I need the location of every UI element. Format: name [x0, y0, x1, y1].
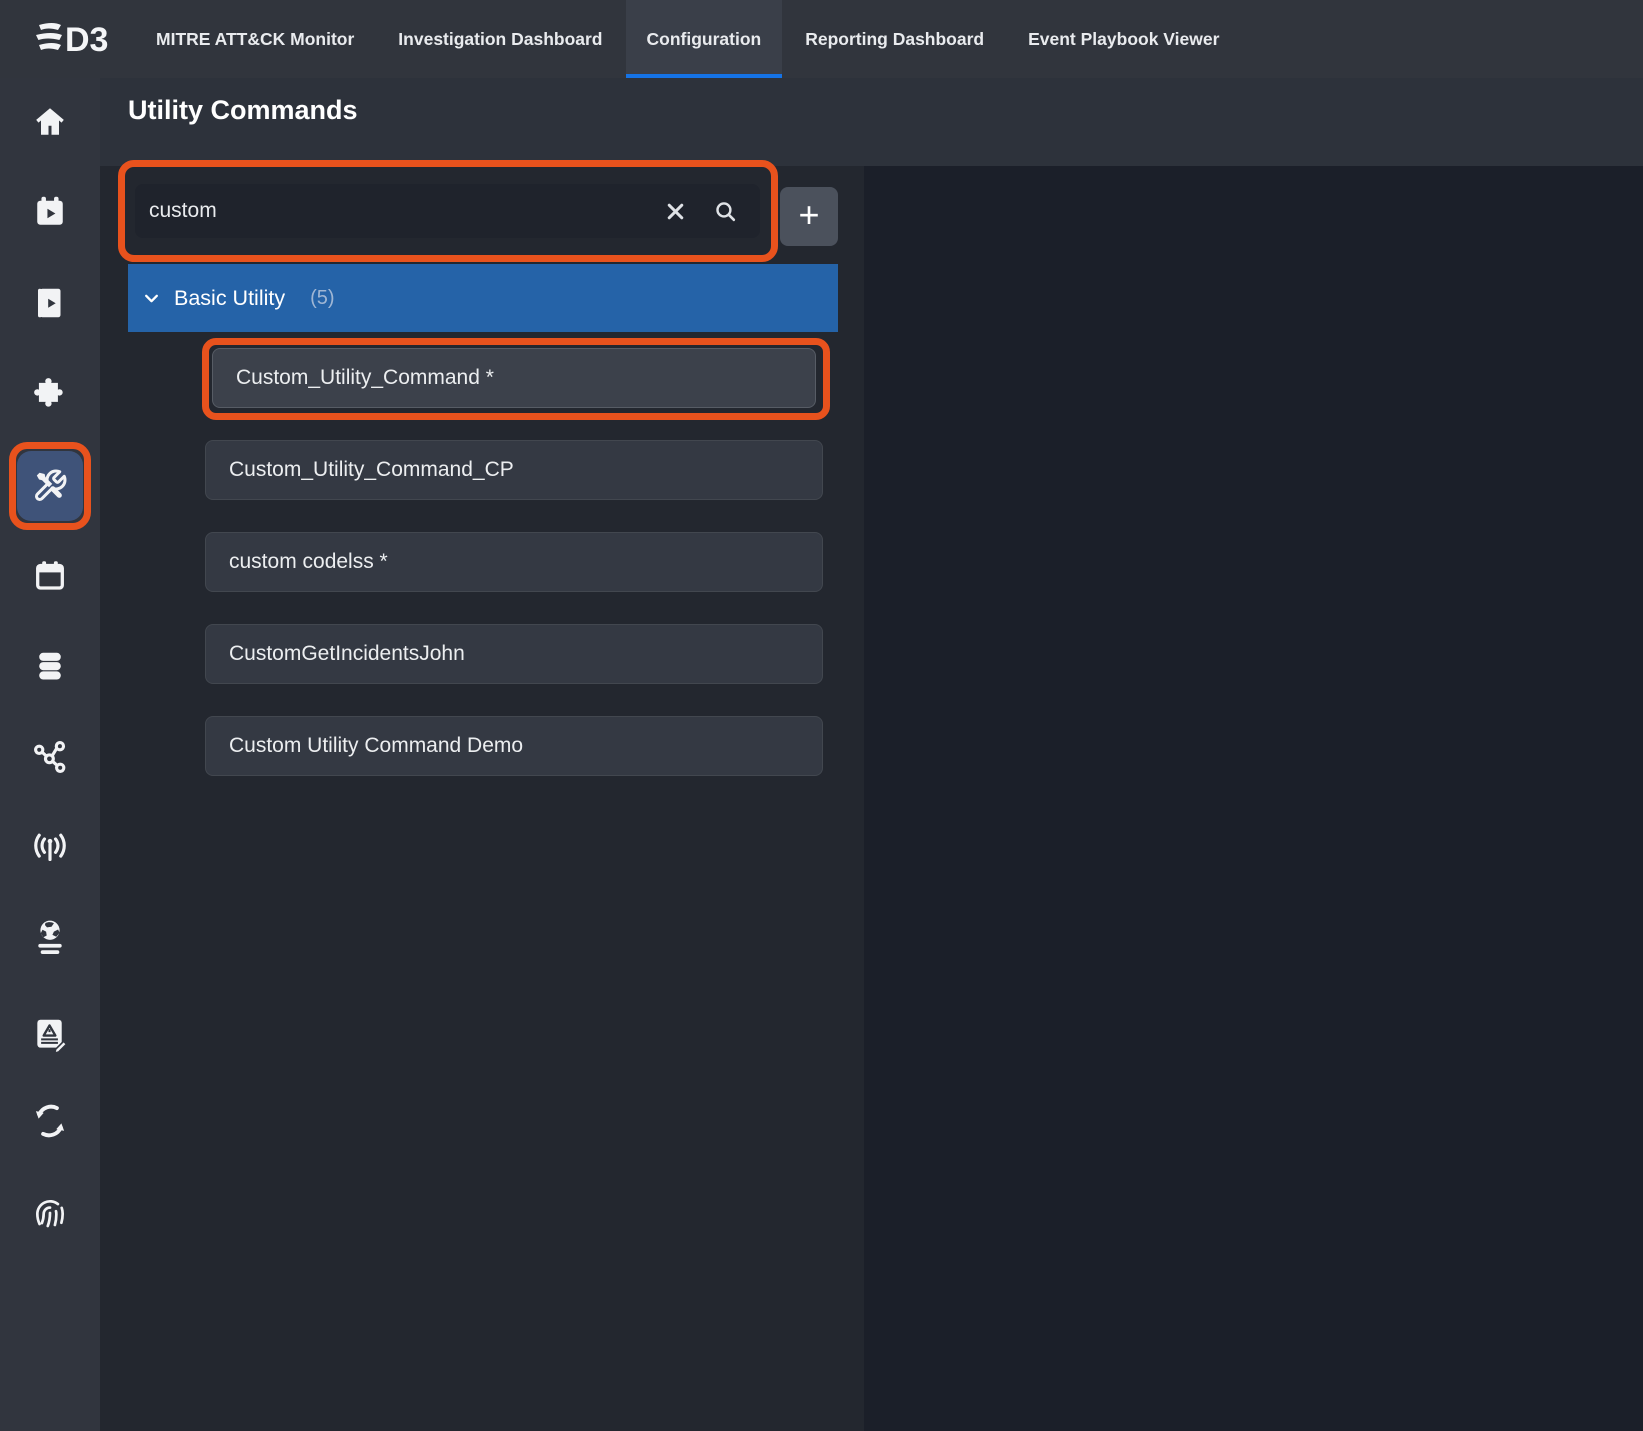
nav-tab-label: MITRE ATT&CK Monitor	[156, 29, 354, 50]
top-navbar: D3 MITRE ATT&CK Monitor Investigation Da…	[0, 0, 1643, 78]
home-icon	[32, 104, 68, 140]
group-label: Basic Utility	[174, 286, 285, 311]
utility-command-list: Custom_Utility_Command * Custom_Utility_…	[205, 348, 823, 776]
chevron-down-icon	[143, 290, 160, 307]
sidebar-item-schedule[interactable]	[0, 167, 100, 257]
nav-tab-label: Investigation Dashboard	[398, 29, 602, 50]
sidebar-item-utility-commands[interactable]	[0, 441, 100, 531]
sidebar-item-home[interactable]	[0, 77, 100, 167]
utility-command-label: Custom_Utility_Command *	[236, 366, 494, 390]
sidebar-item-identity[interactable]	[0, 1167, 100, 1257]
playbook-icon	[32, 285, 68, 321]
sidebar-item-calendar[interactable]	[0, 531, 100, 621]
puzzle-icon	[31, 375, 69, 413]
group-header-basic-utility[interactable]: Basic Utility (5)	[128, 264, 838, 332]
sidebar-item-playbooks[interactable]	[0, 258, 100, 348]
sidebar-item-sync[interactable]	[0, 1076, 100, 1166]
database-icon	[32, 648, 68, 684]
svg-text:D3: D3	[65, 21, 108, 59]
sidebar-item-incident-reports[interactable]	[0, 989, 100, 1079]
nav-tab-label: Configuration	[647, 29, 762, 50]
app-window: D3 MITRE ATT&CK Monitor Investigation Da…	[0, 0, 1643, 1431]
sidebar-item-data[interactable]	[0, 621, 100, 711]
sidebar-item-broadcast[interactable]	[0, 801, 100, 891]
d3-logo[interactable]: D3	[35, 0, 113, 78]
sidebar-item-connections[interactable]	[0, 712, 100, 802]
share-network-icon	[32, 739, 68, 775]
group-count: (5)	[310, 287, 334, 310]
main-content-area	[864, 166, 1643, 1431]
nav-tabs: MITRE ATT&CK Monitor Investigation Dashb…	[135, 0, 1242, 78]
nav-tab-label: Reporting Dashboard	[805, 29, 984, 50]
d3-logo-icon: D3	[35, 17, 113, 61]
calendar-play-icon	[32, 194, 68, 230]
utility-command-item[interactable]: Custom Utility Command Demo	[205, 716, 823, 776]
globe-lines-icon	[32, 917, 68, 957]
utility-command-label: CustomGetIncidentsJohn	[229, 642, 465, 666]
add-command-label: +	[798, 197, 819, 233]
utility-command-item[interactable]: custom codelss *	[205, 532, 823, 592]
nav-tab[interactable]: Event Playbook Viewer	[1007, 0, 1240, 78]
fingerprint-icon	[31, 1193, 69, 1231]
nav-tab[interactable]: Investigation Dashboard	[377, 0, 623, 78]
calendar-icon	[32, 558, 68, 594]
sidebar-item-geolocation[interactable]	[0, 892, 100, 982]
nav-tab[interactable]: Reporting Dashboard	[784, 0, 1005, 78]
utility-command-item[interactable]: Custom_Utility_Command *	[212, 348, 816, 408]
clear-search-icon[interactable]	[665, 201, 686, 222]
utility-command-label: custom codelss *	[229, 550, 388, 574]
utility-tools-icon	[32, 468, 68, 504]
nav-tab[interactable]: Configuration	[626, 0, 783, 78]
utility-command-label: Custom Utility Command Demo	[229, 734, 523, 758]
search-box	[135, 184, 760, 238]
search-icon[interactable]	[713, 199, 738, 224]
search-input[interactable]	[149, 199, 665, 223]
incident-report-icon	[31, 1015, 69, 1053]
sync-arrows-icon	[32, 1103, 68, 1139]
nav-tab[interactable]: MITRE ATT&CK Monitor	[135, 0, 375, 78]
utility-command-item[interactable]: CustomGetIncidentsJohn	[205, 624, 823, 684]
broadcast-antenna-icon	[31, 827, 69, 865]
sidebar-item-integrations[interactable]	[0, 349, 100, 439]
page-title: Utility Commands	[128, 95, 358, 126]
utility-command-item[interactable]: Custom_Utility_Command_CP	[205, 440, 823, 500]
active-tool-tile	[17, 451, 83, 521]
add-command-button[interactable]: +	[780, 187, 838, 246]
nav-tab-label: Event Playbook Viewer	[1028, 29, 1219, 50]
utility-command-label: Custom_Utility_Command_CP	[229, 458, 514, 482]
